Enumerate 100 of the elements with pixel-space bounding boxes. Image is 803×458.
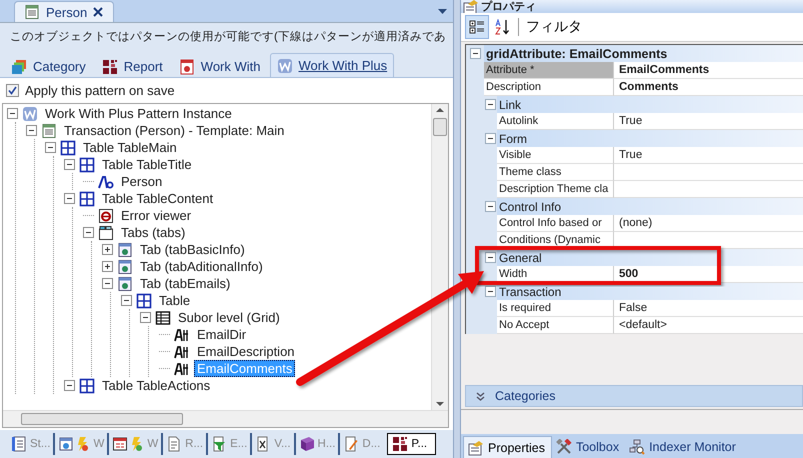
document-tab[interactable]: Person: [14, 1, 114, 22]
filter-button[interactable]: フィルタ: [522, 15, 586, 39]
collapse-toggle[interactable]: [64, 159, 75, 170]
tree-item[interactable]: Table TableContent: [99, 190, 216, 207]
category-header: gridAttribute: EmailComments: [484, 45, 803, 62]
tree-item[interactable]: Table TableActions: [99, 377, 214, 394]
pattern-tab[interactable]: Work With Plus: [270, 53, 394, 77]
tree-item[interactable]: Work With Plus Pattern Instance: [42, 105, 235, 122]
error-icon: [98, 208, 114, 224]
collapse-toggle[interactable]: [102, 278, 113, 289]
pattern-icon: [22, 106, 38, 122]
tabs-icon: [98, 224, 114, 240]
property-name[interactable]: Description: [484, 79, 614, 96]
tree-item[interactable]: Tabs (tabs): [118, 224, 188, 241]
table-icon: [136, 292, 152, 308]
tree-item[interactable]: Person: [118, 173, 166, 190]
sort-ascending-icon: [495, 19, 511, 35]
pattern-tab[interactable]: Report: [94, 55, 170, 77]
property-name[interactable]: Attribute *: [484, 62, 614, 79]
property-name[interactable]: No Accept: [497, 317, 614, 334]
property-value[interactable]: Comments: [614, 79, 803, 96]
pattern-tab[interactable]: Work With: [172, 55, 268, 77]
collapse-toggle[interactable]: [64, 193, 75, 204]
property-value[interactable]: (none): [614, 215, 803, 232]
horizontal-scrollbar[interactable]: [3, 410, 448, 427]
squares-icon: [392, 436, 408, 452]
pattern-tab[interactable]: Category: [4, 55, 93, 77]
tree-item[interactable]: Transaction (Person) - Template: Main: [61, 122, 288, 139]
expand-toggle[interactable]: [102, 244, 113, 255]
collapse-toggle[interactable]: [485, 286, 496, 297]
tree-item[interactable]: Tab (tabAditionalInfo): [137, 258, 266, 275]
property-name[interactable]: Theme class: [497, 164, 614, 181]
checkbox-label: Apply this pattern on save: [25, 83, 175, 98]
collapse-toggle[interactable]: [121, 295, 132, 306]
tree-item[interactable]: Tab (tabEmails): [137, 275, 234, 292]
pattern-icon: [276, 58, 292, 74]
checkbox[interactable]: [6, 84, 19, 97]
tree-item[interactable]: EmailDir: [194, 326, 250, 343]
table-icon: [60, 140, 76, 156]
categorized-icon: [469, 19, 485, 35]
tree-item[interactable]: Table: [156, 292, 194, 309]
list-document-icon: [11, 436, 27, 452]
tree-item[interactable]: Subor level (Grid): [175, 309, 283, 326]
close-icon[interactable]: [93, 7, 104, 17]
window-icon: [58, 436, 74, 452]
window-icon: [117, 276, 133, 292]
collapse-toggle[interactable]: [485, 133, 496, 144]
property-value[interactable]: 500: [614, 266, 803, 283]
property-name[interactable]: Visible: [497, 147, 614, 164]
panel-tab[interactable]: Indexer Monitor: [625, 436, 742, 458]
edit-document-icon: [343, 436, 360, 452]
property-name[interactable]: Description Theme cla: [497, 181, 614, 198]
tool-window-tab[interactable]: P...: [387, 433, 436, 455]
vertical-scrollbar[interactable]: [431, 104, 448, 410]
tree-item[interactable]: Tab (tabBasicInfo): [137, 241, 248, 258]
collapse-toggle[interactable]: [485, 99, 496, 110]
collapse-toggle[interactable]: [45, 142, 56, 153]
network-search-icon: [629, 439, 646, 455]
categories-bar[interactable]: Categories: [465, 385, 803, 407]
expand-toggle[interactable]: [102, 261, 113, 272]
tree-item[interactable]: Error viewer: [118, 207, 194, 224]
collapse-toggle[interactable]: [26, 125, 37, 136]
property-name[interactable]: Autolink: [497, 113, 614, 130]
property-value[interactable]: False: [614, 300, 803, 317]
dropdown-icon[interactable]: [438, 8, 447, 14]
collapse-toggle[interactable]: [83, 227, 94, 238]
text-style-icon: [98, 174, 114, 190]
property-value[interactable]: <default>: [614, 317, 803, 334]
filter-document-icon: [211, 436, 228, 452]
property-name[interactable]: Control Info based or: [497, 215, 614, 232]
property-value[interactable]: [614, 232, 803, 249]
categorized-view-button[interactable]: [465, 15, 489, 39]
document-icon: [166, 436, 182, 452]
tree-item[interactable]: Table TableMain: [80, 139, 180, 156]
property-value[interactable]: True: [614, 113, 803, 130]
property-value[interactable]: EmailComments: [614, 62, 803, 79]
table-icon: [79, 190, 95, 206]
squares-icon: [102, 58, 118, 74]
property-group: Transaction: [497, 283, 803, 300]
collapse-toggle[interactable]: [140, 312, 151, 323]
collapse-toggle[interactable]: [485, 201, 496, 212]
tree-item[interactable]: Table TableTitle: [99, 156, 195, 173]
attribute-icon: [174, 326, 190, 342]
property-name[interactable]: Is required: [497, 300, 614, 317]
tools-icon: [556, 439, 572, 455]
grid-icon: [155, 310, 171, 326]
form-icon: [24, 4, 40, 20]
property-value[interactable]: True: [614, 147, 803, 164]
book-icon: [298, 436, 315, 452]
collapse-toggle[interactable]: [470, 48, 480, 59]
window-icon: [117, 242, 133, 258]
pattern-notice: このオブジェクトではパターンの使用が可能です(下線はパターンが適用済みであ: [10, 29, 446, 44]
attribute-icon: [174, 360, 190, 376]
window-icon: [117, 258, 133, 274]
panel-tab[interactable]: Properties: [463, 436, 552, 458]
panel-tab[interactable]: Toolbox: [552, 436, 626, 458]
collapse-toggle[interactable]: [7, 108, 18, 119]
collapse-toggle[interactable]: [64, 380, 75, 391]
tree-item[interactable]: EmailDescription: [194, 343, 298, 360]
collapse-toggle[interactable]: [485, 252, 496, 263]
